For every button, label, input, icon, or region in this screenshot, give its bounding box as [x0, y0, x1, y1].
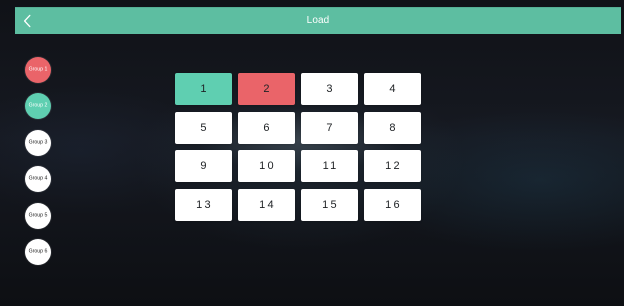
load-grid: 1 2 3 4 5 6 7 8 9 10 11 12 13 14 15 16: [175, 73, 421, 222]
load-tile-8[interactable]: 8: [364, 112, 421, 144]
group-label-4: Group 4: [28, 175, 48, 182]
load-tile-9[interactable]: 9: [175, 150, 232, 182]
load-tile-15[interactable]: 15: [301, 189, 358, 221]
load-tile-16[interactable]: 16: [364, 189, 421, 221]
load-tile-label-5: 5: [200, 121, 209, 134]
top-bar: Load: [15, 7, 621, 34]
load-tile-label-16: 16: [385, 198, 402, 211]
load-tile-label-3: 3: [326, 82, 335, 95]
load-tile-5[interactable]: 5: [175, 112, 232, 144]
load-tile-14[interactable]: 14: [238, 189, 295, 221]
load-tile-12[interactable]: 12: [364, 150, 421, 182]
page-title: Load: [306, 15, 330, 26]
load-tile-label-12: 12: [385, 159, 402, 172]
load-tile-label-6: 6: [263, 121, 272, 134]
load-tile-label-15: 15: [322, 198, 339, 211]
load-tile-2[interactable]: 2: [238, 73, 295, 105]
load-tile-label-10: 10: [259, 159, 276, 172]
load-tile-label-1: 1: [200, 82, 209, 95]
load-tile-label-14: 14: [259, 198, 276, 211]
load-tile-1[interactable]: 1: [175, 73, 232, 105]
group-button-3[interactable]: Group 3: [25, 130, 51, 156]
app-screen: Load Group 1 Group 2 Group 3 Group 4 Gro…: [0, 0, 624, 306]
group-label-5: Group 5: [28, 212, 48, 219]
load-tile-label-7: 7: [326, 121, 335, 134]
group-button-2[interactable]: Group 2: [25, 93, 51, 119]
group-button-4[interactable]: Group 4: [25, 166, 51, 192]
load-tile-6[interactable]: 6: [238, 112, 295, 144]
group-label-3: Group 3: [28, 139, 48, 146]
group-label-6: Group 6: [28, 248, 48, 255]
load-tile-13[interactable]: 13: [175, 189, 232, 221]
group-label-2: Group 2: [28, 102, 48, 109]
load-tile-label-9: 9: [200, 159, 209, 172]
load-tile-label-4: 4: [389, 82, 398, 95]
group-label-1: Group 1: [28, 66, 48, 73]
group-list: Group 1 Group 2 Group 3 Group 4 Group 5 …: [25, 57, 51, 267]
group-button-1[interactable]: Group 1: [25, 57, 51, 83]
load-tile-label-2: 2: [263, 82, 272, 95]
load-tile-label-13: 13: [196, 198, 213, 211]
load-tile-11[interactable]: 11: [301, 150, 358, 182]
load-tile-3[interactable]: 3: [301, 73, 358, 105]
load-tile-label-8: 8: [389, 121, 398, 134]
group-button-6[interactable]: Group 6: [25, 239, 51, 265]
load-tile-label-11: 11: [322, 159, 339, 172]
load-tile-10[interactable]: 10: [238, 150, 295, 182]
load-tile-4[interactable]: 4: [364, 73, 421, 105]
load-tile-7[interactable]: 7: [301, 112, 358, 144]
group-button-5[interactable]: Group 5: [25, 203, 51, 229]
